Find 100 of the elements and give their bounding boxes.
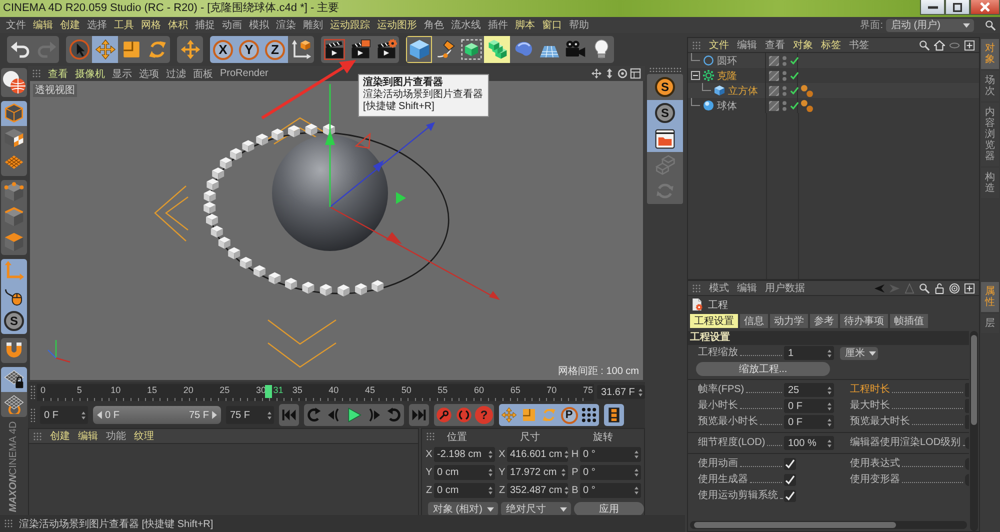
axis-lock-button[interactable]: Y: [236, 36, 262, 63]
scale-project-button[interactable]: 缩放工程...: [696, 362, 830, 376]
current-frame-field[interactable]: 31.67 F: [597, 385, 645, 399]
visibility-dots-icon[interactable]: [782, 100, 787, 110]
menu-item[interactable]: 雕刻: [303, 18, 323, 32]
coordinate-field[interactable]: -2.198 cm: [434, 447, 495, 462]
checkbox[interactable]: [784, 474, 796, 486]
coordinate-field[interactable]: 0 cm: [434, 465, 495, 480]
coordinate-field[interactable]: 352.487 cm: [507, 483, 568, 498]
parameter-key-button[interactable]: P: [559, 404, 579, 426]
close-button[interactable]: [970, 0, 1000, 15]
position-key-button[interactable]: [499, 404, 519, 426]
unit-dropdown[interactable]: 厘米: [840, 346, 878, 360]
coordinate-field[interactable]: 0 °: [580, 483, 641, 498]
coordinate-field[interactable]: 17.972 cm: [507, 465, 568, 480]
object-row[interactable]: 圆环: [688, 53, 979, 68]
side-tab[interactable]: 属性: [981, 282, 999, 312]
tab[interactable]: 动力学: [770, 314, 808, 328]
render-view-button[interactable]: [321, 36, 347, 63]
axis-lock-button[interactable]: X: [210, 36, 236, 63]
tab[interactable]: 信息: [740, 314, 768, 328]
menu-item[interactable]: 编辑: [33, 18, 53, 32]
axis-mode-button[interactable]: [1, 258, 27, 284]
menu-item[interactable]: 对象: [793, 38, 813, 52]
visibility-dots-icon[interactable]: [782, 70, 787, 80]
playhead[interactable]: [265, 384, 272, 398]
menu-item[interactable]: 用户数据: [765, 282, 805, 294]
menu-item[interactable]: 角色: [424, 18, 444, 32]
visibility-dots-icon[interactable]: [782, 56, 787, 66]
tag-icon[interactable]: [801, 100, 813, 112]
menu-item[interactable]: 文件: [709, 38, 729, 52]
menu-item[interactable]: 流水线: [451, 18, 481, 32]
menu-item[interactable]: 查看: [765, 38, 785, 52]
menu-item[interactable]: 动画: [222, 18, 242, 32]
minimize-button[interactable]: [920, 0, 945, 15]
padlock-icon[interactable]: [934, 282, 945, 294]
number-field[interactable]: 1: [784, 346, 834, 360]
menu-item[interactable]: 脚本: [515, 18, 535, 32]
tab[interactable]: 参考: [810, 314, 838, 328]
horizontal-scrollbar[interactable]: [690, 521, 967, 529]
menu-item[interactable]: 书签: [849, 38, 869, 52]
menu-item[interactable]: 运动跟踪: [330, 18, 370, 32]
menu-item[interactable]: 功能: [106, 430, 126, 442]
checkbox[interactable]: [784, 458, 796, 470]
folder-view-button[interactable]: [647, 126, 683, 152]
menu-item[interactable]: 创建: [60, 18, 80, 32]
menu-item[interactable]: 选择: [87, 18, 107, 32]
mode-dropdown[interactable]: 对象 (相对): [428, 502, 498, 516]
check-icon[interactable]: [790, 56, 799, 65]
collapse-icon[interactable]: [691, 71, 700, 80]
timeline-button[interactable]: [604, 404, 624, 426]
number-field[interactable]: 0 F: [784, 399, 834, 413]
model-mode-button[interactable]: [1, 100, 27, 126]
preview-range-control[interactable]: 0 F 75 F: [93, 406, 221, 424]
new-window-icon[interactable]: [964, 40, 975, 50]
grip-handle[interactable]: [33, 432, 42, 440]
point-level-key-button[interactable]: [579, 404, 599, 426]
solo-button[interactable]: S: [1, 308, 27, 334]
menu-item[interactable]: 纹理: [134, 430, 154, 442]
menu-item[interactable]: 体积: [168, 18, 188, 32]
menu-item[interactable]: 渲染: [276, 18, 296, 32]
menu-item[interactable]: 模拟: [249, 18, 269, 32]
menu-item[interactable]: 网格: [141, 18, 161, 32]
keyframe-selection-button[interactable]: ?: [474, 404, 494, 426]
tab[interactable]: 工程设置: [690, 314, 738, 328]
check-icon[interactable]: [790, 86, 799, 95]
lock-grid-button[interactable]: [1, 366, 27, 392]
maximize-button[interactable]: [945, 0, 970, 15]
menu-item[interactable]: 插件: [488, 18, 508, 32]
grip-handle[interactable]: [30, 408, 35, 422]
coordinate-field[interactable]: 0 °: [580, 465, 641, 480]
menu-item[interactable]: 工具: [114, 18, 134, 32]
end-frame-field[interactable]: 75 F: [226, 406, 274, 424]
menu-item[interactable]: 模式: [709, 282, 729, 294]
grip-handle[interactable]: [649, 67, 681, 72]
home-icon[interactable]: [934, 40, 945, 50]
tab[interactable]: 待办事项: [840, 314, 888, 328]
pan-view-icon[interactable]: [591, 68, 602, 79]
menu-item[interactable]: 运动图形: [377, 18, 417, 32]
menu-item[interactable]: 摄像机: [75, 66, 105, 80]
coordinate-field[interactable]: 0 °: [580, 447, 641, 462]
new-window-icon[interactable]: [964, 282, 975, 294]
search-icon[interactable]: [985, 20, 996, 30]
number-field[interactable]: 25: [784, 383, 834, 397]
menu-item[interactable]: 编辑: [737, 38, 757, 52]
menu-item[interactable]: 创建: [50, 430, 70, 442]
menu-item[interactable]: 编辑: [737, 282, 757, 294]
number-field[interactable]: 100 %: [784, 436, 834, 450]
layer-swatch-icon[interactable]: [769, 86, 779, 96]
layer-swatch-icon[interactable]: [769, 100, 779, 110]
cube-button[interactable]: [406, 36, 432, 63]
check-icon[interactable]: [790, 71, 799, 80]
viewport-solo-button[interactable]: S: [647, 74, 683, 100]
vertical-scrollbar[interactable]: [970, 331, 978, 531]
check-icon[interactable]: [790, 101, 799, 110]
grip-handle[interactable]: [32, 69, 41, 78]
zoom-view-icon[interactable]: [604, 68, 615, 79]
orbit-view-icon[interactable]: [617, 68, 628, 79]
menu-item[interactable]: 窗口: [542, 18, 562, 32]
start-frame-field[interactable]: 0 F: [40, 406, 88, 424]
